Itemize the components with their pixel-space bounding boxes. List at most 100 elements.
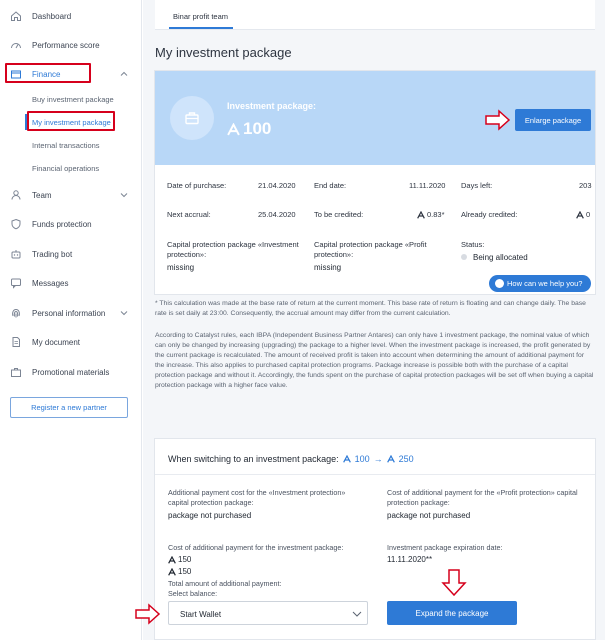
capital-profit-protection-value: missing bbox=[314, 263, 342, 272]
sidebar-item-funds-protection[interactable]: Funds protection bbox=[0, 214, 142, 234]
enlarge-package-button[interactable]: Enlarge package bbox=[515, 109, 591, 131]
to-be-credited-label: To be credited: bbox=[314, 210, 364, 219]
sidebar-item-personal-information[interactable]: Personal information bbox=[0, 303, 142, 323]
sidebar: Dashboard Performance score Finance Buy … bbox=[0, 0, 142, 640]
status-label: Status: bbox=[461, 240, 485, 249]
balance-select-value: Start Wallet bbox=[180, 610, 222, 619]
to-be-credited-value: 0.83* bbox=[417, 210, 445, 219]
currency-icon bbox=[417, 210, 425, 219]
chevron-down-icon bbox=[120, 193, 128, 198]
main-content: Binar profit team My investment package … bbox=[135, 0, 605, 640]
expiration-label: Investment package expiration date: bbox=[387, 543, 503, 552]
capital-investment-protection-value: missing bbox=[167, 263, 195, 272]
sidebar-subitem-buy-package[interactable]: Buy investment package bbox=[32, 95, 114, 104]
balance-select[interactable]: Start Wallet bbox=[168, 601, 368, 625]
fingerprint-icon bbox=[9, 306, 23, 320]
sidebar-item-messages[interactable]: Messages bbox=[0, 273, 142, 293]
switching-to-value: 250 bbox=[398, 454, 414, 464]
package-cost-amount: 150 bbox=[178, 555, 192, 564]
sidebar-item-performance-score[interactable]: Performance score bbox=[0, 35, 142, 55]
chat-icon bbox=[9, 276, 23, 290]
sidebar-item-dashboard[interactable]: Dashboard bbox=[0, 6, 142, 26]
gauge-icon bbox=[9, 38, 23, 52]
already-credited-amount: 0 bbox=[586, 210, 591, 219]
sidebar-item-label: Messages bbox=[32, 278, 69, 288]
days-left-value: 203 bbox=[579, 181, 592, 190]
next-accrual-value: 25.04.2020 bbox=[258, 210, 296, 219]
already-credited-value: 0 bbox=[576, 210, 590, 219]
arrow-right-icon: → bbox=[373, 454, 383, 464]
chevron-up-icon bbox=[120, 71, 128, 76]
inv-protection-cost-value: package not purchased bbox=[168, 511, 252, 520]
sidebar-item-label: Funds protection bbox=[32, 219, 92, 229]
end-date-label: End date: bbox=[314, 181, 347, 190]
user-icon bbox=[9, 188, 23, 202]
profit-protection-cost-value: package not purchased bbox=[387, 511, 471, 520]
annotation-arrow-right-icon bbox=[485, 109, 511, 131]
package-icon bbox=[170, 96, 214, 140]
sidebar-item-team[interactable]: Team bbox=[0, 185, 142, 205]
currency-icon bbox=[386, 455, 395, 463]
calculation-note: * This calculation was made at the base … bbox=[155, 300, 586, 317]
help-chat-button[interactable]: How can we help you? bbox=[489, 275, 591, 292]
switching-from-value: 100 bbox=[354, 454, 370, 464]
sidebar-item-label: Team bbox=[32, 190, 52, 200]
package-banner: Investment package: 100 Enlarge package bbox=[155, 71, 595, 165]
tab-active-underline bbox=[169, 27, 233, 29]
sidebar-item-label: Dashboard bbox=[32, 11, 72, 21]
end-date-value: 11.11.2020 bbox=[409, 181, 446, 190]
sidebar-item-label: Trading bot bbox=[32, 249, 73, 259]
already-credited-label: Already credited: bbox=[461, 210, 518, 219]
register-partner-button[interactable]: Register a new partner bbox=[10, 397, 128, 418]
package-amount: 100 bbox=[243, 119, 272, 138]
profit-protection-cost-text: Cost of additional payment for the «Prof… bbox=[387, 488, 578, 507]
chat-bubble-icon bbox=[495, 279, 504, 288]
document-icon bbox=[9, 335, 23, 349]
shield-icon bbox=[9, 217, 23, 231]
sidebar-subitem-internal-transactions[interactable]: Internal transactions bbox=[32, 141, 100, 150]
days-left-label: Days left: bbox=[461, 181, 493, 190]
total-value: 150 bbox=[168, 567, 191, 576]
divider bbox=[155, 474, 595, 475]
sidebar-item-my-document[interactable]: My document bbox=[0, 332, 142, 352]
expiration-value: 11.11.2020** bbox=[387, 555, 433, 564]
switching-card: When switching to an investment package:… bbox=[135, 438, 596, 640]
chevron-down-icon bbox=[352, 611, 362, 617]
sidebar-item-label: Personal information bbox=[32, 308, 106, 318]
bot-icon bbox=[9, 247, 23, 261]
chevron-down-icon bbox=[120, 311, 128, 316]
home-icon bbox=[9, 9, 23, 23]
currency-icon bbox=[227, 122, 240, 135]
package-cost-value: 150 bbox=[168, 555, 191, 564]
currency-icon bbox=[168, 555, 176, 564]
tab-binar-profit-team[interactable]: Binar profit team bbox=[173, 12, 228, 21]
annotation-arrow-right-icon bbox=[135, 603, 161, 625]
help-chat-label: How can we help you? bbox=[507, 279, 583, 288]
sidebar-item-promotional-materials[interactable]: Promotional materials bbox=[0, 362, 142, 382]
total-label: Total amount of additional payment: bbox=[168, 579, 282, 588]
package-card: Investment package: 100 Enlarge package … bbox=[154, 70, 596, 295]
capital-profit-protection-label: Capital protection package «Profit prote… bbox=[314, 240, 427, 259]
status-dot bbox=[461, 254, 467, 260]
capital-investment-protection-label: Capital protection package «Investment p… bbox=[167, 240, 299, 259]
currency-icon bbox=[576, 210, 584, 219]
tab-bar: Binar profit team bbox=[155, 0, 595, 30]
to-be-credited-amount: 0.83* bbox=[427, 210, 445, 219]
sidebar-item-label: Performance score bbox=[32, 40, 100, 50]
page-title: My investment package bbox=[155, 45, 292, 60]
switching-title: When switching to an investment package:… bbox=[168, 454, 414, 464]
package-label: Investment package: bbox=[227, 101, 317, 111]
annotation-box-finance bbox=[5, 63, 91, 83]
total-amount: 150 bbox=[178, 567, 192, 576]
next-accrual-label: Next accrual: bbox=[167, 210, 211, 219]
sidebar-subitem-financial-operations[interactable]: Financial operations bbox=[32, 164, 99, 173]
sidebar-item-trading-bot[interactable]: Trading bot bbox=[0, 244, 142, 264]
expand-package-button[interactable]: Expand the package bbox=[387, 601, 517, 625]
inv-protection-cost-text: Additional payment cost for the «Investm… bbox=[168, 488, 346, 507]
briefcase-icon bbox=[9, 365, 23, 379]
date-of-purchase-label: Date of purchase: bbox=[167, 181, 227, 190]
rules-note: According to Catalyst rules, each IBPA (… bbox=[155, 332, 594, 389]
annotation-box-my-package bbox=[27, 111, 115, 131]
date-of-purchase-value: 21.04.2020 bbox=[258, 181, 296, 190]
sidebar-item-label: Promotional materials bbox=[32, 367, 110, 377]
